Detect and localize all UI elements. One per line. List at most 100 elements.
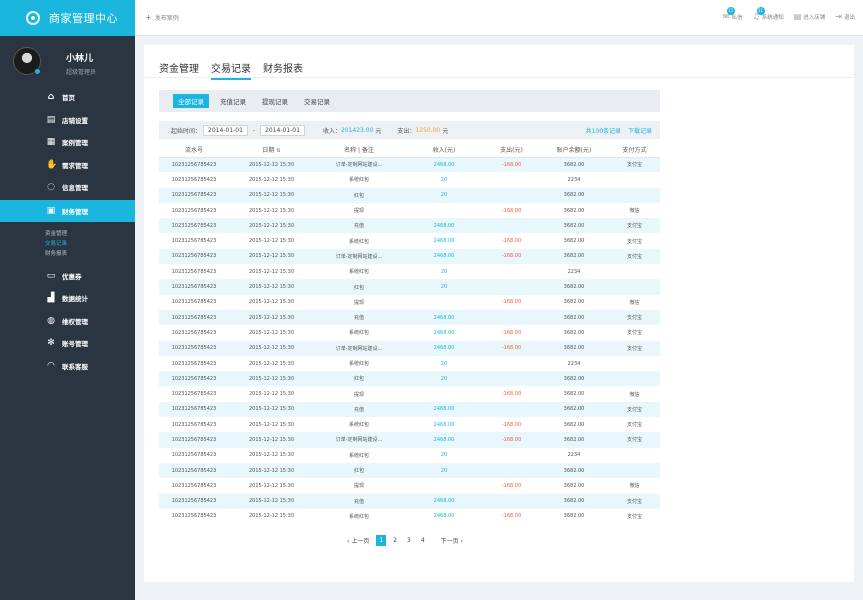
cell-serial: 10231256785423 [159,248,229,265]
table-body: 10231256785423 2015-12-12 15:30 订单-定制网站建设.… [159,157,660,524]
cell-name: 系统红包 [348,269,369,276]
table-row: 10231256785423 2015-12-12 15:30 红包 20 3682.0… [159,462,660,479]
sidebar-item-cases[interactable]: ▦ 案例管理 [0,131,135,154]
prev-page-button[interactable]: ‹ 上一页 [344,534,372,547]
cell-income [404,203,484,218]
coupon-icon: ▭ [46,270,56,281]
cell-date: 2015-12-12 15:30 [229,309,314,326]
cell-serial: 10231256785423 [159,401,229,418]
subnav-item-reports[interactable]: 财务报表 [0,249,135,259]
cell-name: 充值 [314,493,404,509]
user-role: 超级管理员 [66,69,97,76]
income-unit: 元 [375,127,382,135]
sidebar-item-messages[interactable]: ◌ 信息管理 [0,176,135,199]
sidebar-item-support[interactable]: ◠ 联系客服 [0,355,135,378]
sidebar-item-demands[interactable]: ✋ 需求管理 [0,154,135,177]
sidebar-item-account[interactable]: ✻ 账号管理 [0,332,135,355]
subnav-item-funds[interactable]: 资金管理 [0,229,135,239]
table-row: 10231256785423 2015-12-12 15:30 系统红包 20 2234 [159,264,660,279]
subtab-trade[interactable]: 交易记录 [299,94,335,108]
cell-expense: -168.00 [501,513,522,520]
subtab-all[interactable]: 全部记录 [173,94,209,108]
page-1-button[interactable]: 1 [376,535,387,546]
cell-name: 系统红包 [348,452,369,459]
sidebar-item-coupons[interactable]: ▭ 优惠券 [0,265,135,288]
cell-income: 2468.00 [433,513,455,520]
page-2-button[interactable]: 2 [390,535,400,546]
cell-expense [484,493,539,509]
next-page-button[interactable]: 下一页 › [438,534,466,547]
cell-serial: 10231256785423 [159,218,229,234]
sidebar-item-statistics[interactable]: ▟ 数据统计 [0,287,135,310]
messages-link[interactable]: ✉ 11 私信 [723,7,743,21]
cell-payment: 微信 [629,299,640,306]
sidebar-item-home[interactable]: ⌂ 首页 [0,86,135,109]
cell-expense [484,187,539,203]
download-records-link[interactable]: 下载记录 [628,128,652,135]
sidebar-item-label: 店铺设置 [62,116,88,125]
cell-income [404,295,484,310]
table-row: 10231256785423 2015-12-12 15:30 提现 -168.00 3… [159,203,660,218]
store-icon: ▤ [46,114,56,125]
cell-expense: -168.00 [501,329,522,336]
cell-date: 2015-12-12 15:30 [229,340,314,356]
income-total: 201423.00 [340,126,374,134]
wallet-icon: ▣ [46,205,56,216]
cell-date: 2015-12-12 15:30 [248,268,295,275]
cell-payment: 支付宝 [609,401,660,418]
chart-icon: ▟ [47,293,55,303]
cell-date: 2015-12-12 15:30 [248,360,295,367]
table-header-row: 流水号 日期 ⇅ 名称 | 备注 收入(元) 支出(元) 账户余额(元) 支付方… [159,142,660,158]
cell-income: 20 [404,279,484,295]
cell-expense [484,264,539,279]
start-date-input[interactable]: 2014-01-01 [203,124,248,136]
enter-store-link[interactable]: ▤ 进入店铺 [794,12,826,21]
cell-name: 充值 [314,401,404,418]
cell-income [404,386,484,401]
main-panel: 资金管理 交易记录 财务报表 全部记录 充值记录 提现记录 交易记录 起始时间：… [144,45,854,582]
cell-payment: 支付宝 [609,340,660,356]
cell-date: 2015-12-12 15:30 [229,187,314,203]
sidebar-item-finance[interactable]: ▣ 财务管理 [0,199,135,222]
page-3-button[interactable]: 3 [404,535,414,546]
cell-income: 20 [440,360,448,367]
subtab-recharge[interactable]: 充值记录 [215,94,251,108]
subnav-item-transactions[interactable]: 交易记录 [0,239,135,249]
sort-icon: ⇅ [276,147,281,154]
brand-bar: 商家管理中心 [0,0,135,36]
cell-date: 2015-12-12 15:30 [229,432,314,448]
cell-payment: 支付宝 [609,248,660,265]
cell-balance: 3682.00 [563,238,585,245]
cell-balance: 3682.00 [563,421,585,428]
start-time-label: 起始时间： [171,127,202,135]
table-row: 10231256785423 2015-12-12 15:30 系统红包 20 2234 [159,172,660,187]
subtab-withdraw[interactable]: 提现记录 [257,94,293,108]
cell-balance: 2234 [567,176,581,183]
cell-balance: 3682.00 [539,187,609,203]
notifications-link[interactable]: ♫ 11 系统通知 [753,7,784,21]
cell-balance: 2234 [567,360,581,367]
logout-link[interactable]: ⇥ 退出 [835,12,855,21]
table-row: 10231256785423 2015-12-12 15:30 订单-定制网站建设.… [159,340,660,356]
header-income: 收入(元) [404,142,484,158]
record-count: 共100条记录 [585,128,622,135]
publish-case-button[interactable]: + 发布案例 [145,13,179,22]
cell-balance: 3682.00 [539,157,609,173]
end-date-input[interactable]: 2014-01-01 [260,124,305,136]
table-row: 10231256785423 2015-12-12 15:30 订单-定制网站建设.… [159,157,660,173]
finance-subnav: 资金管理 交易记录 财务报表 [0,222,135,265]
cell-expense: -168.00 [484,340,539,356]
table-row: 10231256785423 2015-12-12 15:30 充值 2468.00 3… [159,401,660,418]
sidebar-item-rights[interactable]: ◍ 维权管理 [0,310,135,333]
cell-income: 20 [404,187,484,203]
table-row: 10231256785423 2015-12-12 15:30 充值 2468.00 3… [159,309,660,326]
page-4-button[interactable]: 4 [418,535,428,546]
gear-icon: ✻ [47,338,55,348]
cell-serial: 10231256785423 [159,340,229,356]
header-date[interactable]: 日期 ⇅ [229,142,314,158]
date-separator: - [252,126,256,134]
sidebar-item-store-settings[interactable]: ▤ 店铺设置 [0,109,135,132]
sidebar-item-label: 需求管理 [62,161,88,170]
cell-name: 红包 [314,279,404,295]
cell-serial: 10231256785423 [171,268,217,275]
